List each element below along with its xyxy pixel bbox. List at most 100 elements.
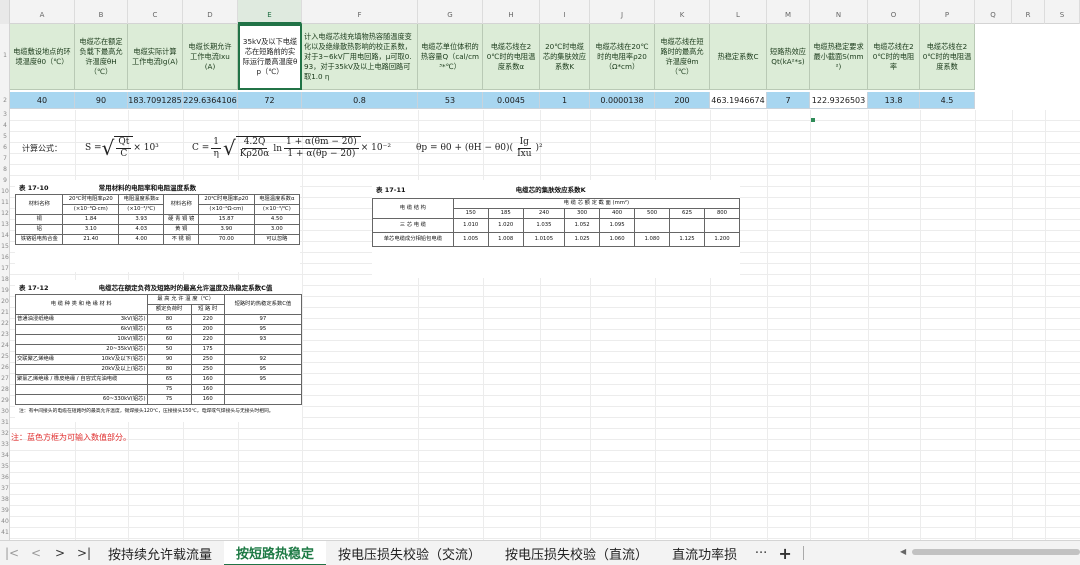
row-header-37[interactable]: 37	[0, 485, 10, 492]
sheet-tab-3[interactable]: 按电压损失校验（交流）	[326, 541, 493, 565]
value-cell-d[interactable]: 229.6364106	[183, 92, 238, 109]
row-header-33[interactable]: 33	[0, 441, 10, 448]
value-cell-o[interactable]: 13.8	[868, 92, 920, 109]
last-sheet-button[interactable]: >|	[72, 541, 96, 565]
row-header-3[interactable]: 3	[0, 111, 10, 118]
row-header-34[interactable]: 34	[0, 452, 10, 459]
row-header-36[interactable]: 36	[0, 474, 10, 481]
row-header-2[interactable]: 2	[0, 97, 10, 104]
header-cell-i[interactable]: 20℃时电缆芯的集肤效应系数K	[540, 24, 590, 90]
value-cell-b[interactable]: 90	[75, 92, 128, 109]
row-header-1[interactable]: 1	[0, 52, 10, 59]
header-cell-f[interactable]: 计入电缆芯线充填物热容随温度变化以及绝缘散热影响的校正系数，对于3~6kV厂用电…	[302, 24, 418, 90]
value-cell-e[interactable]: 72	[238, 92, 302, 109]
header-cell-l[interactable]: 热稳定系数C	[710, 24, 767, 90]
row-header-14[interactable]: 14	[0, 232, 10, 239]
row-header-35[interactable]: 35	[0, 463, 10, 470]
row-header-20[interactable]: 20	[0, 298, 10, 305]
row-header-21[interactable]: 21	[0, 309, 10, 316]
value-cell-n[interactable]: 122.9326503	[810, 92, 868, 109]
column-header-e[interactable]: E	[238, 0, 302, 24]
header-cell-n[interactable]: 电缆热稳定要求最小截面S(mm²)	[810, 24, 868, 90]
column-header-s[interactable]: S	[1045, 0, 1080, 24]
column-header-p[interactable]: P	[920, 0, 975, 24]
row-header-30[interactable]: 30	[0, 408, 10, 415]
value-cell-m[interactable]: 7	[767, 92, 810, 109]
column-header-q[interactable]: Q	[975, 0, 1012, 24]
row-header-9[interactable]: 9	[0, 177, 10, 184]
row-header-11[interactable]: 11	[0, 199, 10, 206]
row-header-10[interactable]: 10	[0, 188, 10, 195]
value-cell-c[interactable]: 183.7091285	[128, 92, 183, 109]
header-cell-e[interactable]: 35kV及以下电缆芯在短路前的实际运行最高温度θp（℃）	[238, 24, 302, 90]
value-cell-k[interactable]: 200	[655, 92, 710, 109]
row-header-5[interactable]: 5	[0, 133, 10, 140]
column-header-g[interactable]: G	[418, 0, 483, 24]
column-header-l[interactable]: L	[710, 0, 767, 24]
value-cell-j[interactable]: 0.0000138	[590, 92, 655, 109]
next-sheet-button[interactable]: >	[48, 541, 72, 565]
header-cell-j[interactable]: 电缆芯线在20℃时的电阻率ρ20（Ω*cm）	[590, 24, 655, 90]
column-header-f[interactable]: F	[302, 0, 418, 24]
header-cell-a[interactable]: 电缆敷设地点的环境温度θ0（℃）	[10, 24, 75, 90]
column-header-a[interactable]: A	[10, 0, 75, 24]
value-cell-f[interactable]: 0.8	[302, 92, 418, 109]
row-header-13[interactable]: 13	[0, 221, 10, 228]
value-cell-l[interactable]: 463.1946674	[710, 92, 767, 109]
add-sheet-button[interactable]: +	[773, 544, 797, 563]
column-header-m[interactable]: M	[767, 0, 810, 24]
scroll-thumb[interactable]	[912, 549, 1080, 555]
row-header-41[interactable]: 41	[0, 529, 10, 536]
row-header-32[interactable]: 32	[0, 430, 10, 437]
header-cell-d[interactable]: 电缆长期允许工作电流Ixu(A)	[183, 24, 238, 90]
column-header-b[interactable]: B	[75, 0, 128, 24]
header-cell-m[interactable]: 短路热效应Qt(kA²*s)	[767, 24, 810, 90]
prev-sheet-button[interactable]: <	[24, 541, 48, 565]
value-cell-g[interactable]: 53	[418, 92, 483, 109]
sheet-tab-4[interactable]: 按电压损失校验（直流）	[493, 541, 660, 565]
column-header-n[interactable]: N	[810, 0, 868, 24]
value-cell-p[interactable]: 4.5	[920, 92, 975, 109]
row-header-7[interactable]: 7	[0, 155, 10, 162]
row-header-40[interactable]: 40	[0, 518, 10, 525]
row-header-31[interactable]: 31	[0, 419, 10, 426]
column-header-i[interactable]: I	[540, 0, 590, 24]
row-header-28[interactable]: 28	[0, 386, 10, 393]
row-header-15[interactable]: 15	[0, 243, 10, 250]
scroll-left-icon[interactable]: ◀	[900, 547, 906, 556]
first-sheet-button[interactable]: |<	[0, 541, 24, 565]
column-header-k[interactable]: K	[655, 0, 710, 24]
column-header-d[interactable]: D	[183, 0, 238, 24]
row-header-39[interactable]: 39	[0, 507, 10, 514]
row-header-8[interactable]: 8	[0, 166, 10, 173]
row-header-38[interactable]: 38	[0, 496, 10, 503]
column-header-o[interactable]: O	[868, 0, 920, 24]
row-header-6[interactable]: 6	[0, 144, 10, 151]
header-cell-b[interactable]: 电缆芯在额定负载下最高允许温度θH（℃）	[75, 24, 128, 90]
horizontal-scrollbar[interactable]: ◀	[900, 547, 1080, 557]
row-header-4[interactable]: 4	[0, 122, 10, 129]
column-header-j[interactable]: J	[590, 0, 655, 24]
row-header-24[interactable]: 24	[0, 342, 10, 349]
header-cell-p[interactable]: 电缆芯线在20℃时的电阻温度系数	[920, 24, 975, 90]
row-header-18[interactable]: 18	[0, 276, 10, 283]
header-cell-h[interactable]: 电缆芯线在20℃时的电阻温度系数α	[483, 24, 540, 90]
row-header-23[interactable]: 23	[0, 331, 10, 338]
row-header-25[interactable]: 25	[0, 353, 10, 360]
value-cell-i[interactable]: 1	[540, 92, 590, 109]
row-header-16[interactable]: 16	[0, 254, 10, 261]
header-cell-o[interactable]: 电缆芯线在20℃时的电阻率	[868, 24, 920, 90]
row-header-22[interactable]: 22	[0, 320, 10, 327]
sheet-tab-5[interactable]: 直流功率损	[660, 541, 749, 565]
header-cell-c[interactable]: 电缆实际计算工作电流Ig(A)	[128, 24, 183, 90]
row-header-27[interactable]: 27	[0, 375, 10, 382]
row-header-17[interactable]: 17	[0, 265, 10, 272]
header-cell-k[interactable]: 电缆芯线在短路时的最高允许温度θm（℃）	[655, 24, 710, 90]
row-header-26[interactable]: 26	[0, 364, 10, 371]
header-cell-g[interactable]: 电缆芯单位体积的热容量Q（cal/cm³*℃）	[418, 24, 483, 90]
value-cell-a[interactable]: 40	[10, 92, 75, 109]
row-header-29[interactable]: 29	[0, 397, 10, 404]
more-sheets-button[interactable]: ···	[749, 546, 773, 561]
row-header-12[interactable]: 12	[0, 210, 10, 217]
value-cell-h[interactable]: 0.0045	[483, 92, 540, 109]
